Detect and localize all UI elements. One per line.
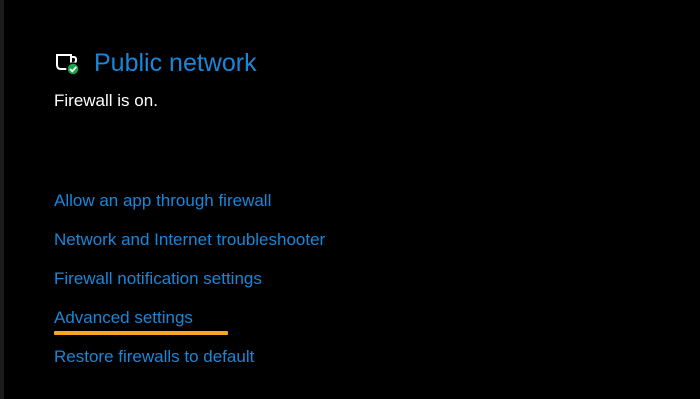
window-edge bbox=[0, 0, 4, 399]
advanced-settings-link[interactable]: Advanced settings bbox=[54, 307, 325, 329]
firewall-status-text: Firewall is on. bbox=[54, 91, 158, 110]
allow-app-link[interactable]: Allow an app through firewall bbox=[54, 190, 325, 212]
restore-defaults-link[interactable]: Restore firewalls to default bbox=[54, 346, 325, 368]
network-header: Public network bbox=[54, 48, 257, 78]
advanced-settings-highlight bbox=[54, 331, 228, 335]
public-network-icon bbox=[56, 54, 80, 76]
troubleshooter-link[interactable]: Network and Internet troubleshooter bbox=[54, 229, 325, 251]
network-title: Public network bbox=[94, 49, 257, 77]
notification-settings-link[interactable]: Firewall notification settings bbox=[54, 268, 325, 290]
firewall-links-list: Allow an app through firewall Network an… bbox=[54, 190, 325, 385]
